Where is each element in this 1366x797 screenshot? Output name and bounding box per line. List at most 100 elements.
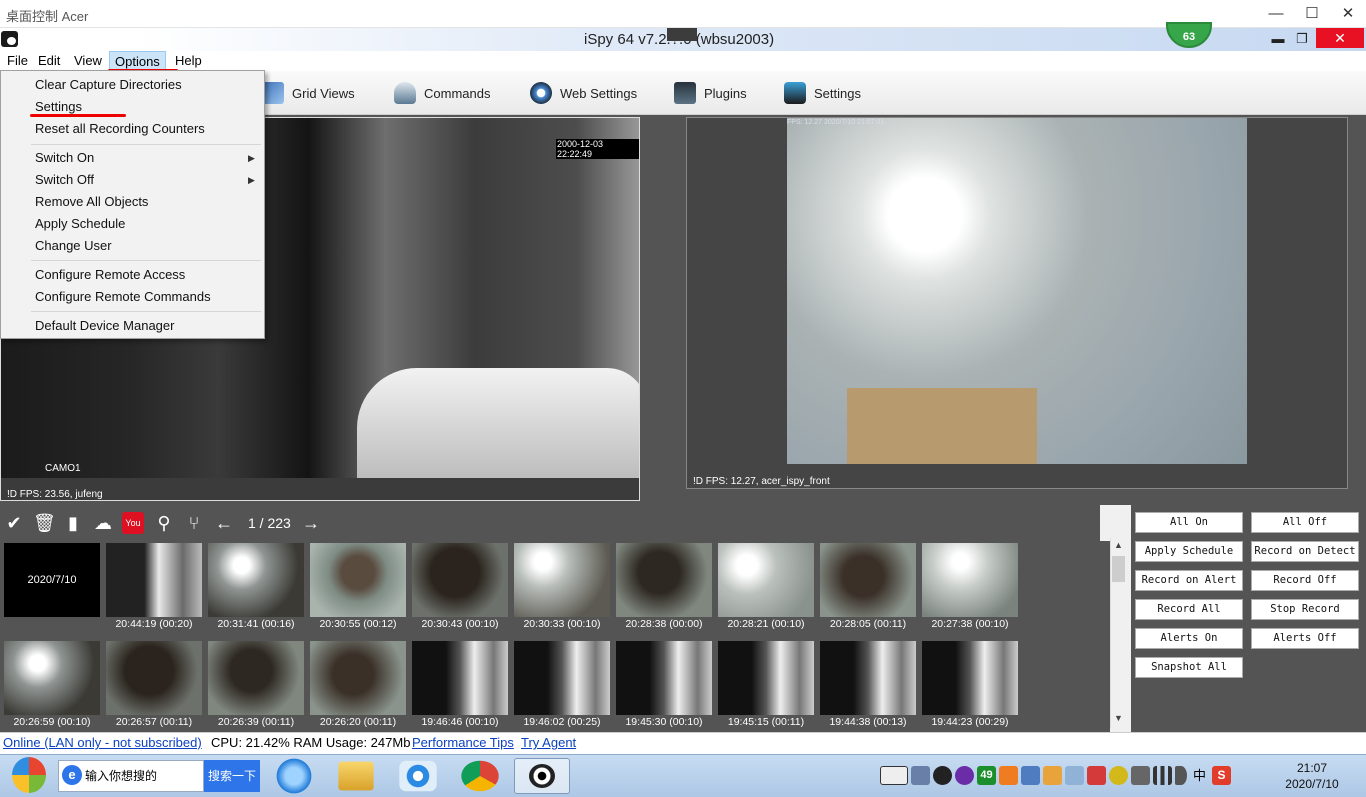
scrollbar-thumb[interactable] [1112,556,1125,582]
recording-thumbnail[interactable] [820,641,916,715]
recording-thumbnail[interactable] [718,641,814,715]
recording-thumbnail[interactable] [718,543,814,617]
menu-item-apply-schedule[interactable]: Apply Schedule [35,216,125,231]
all-off-button[interactable]: All Off [1251,512,1359,533]
apply-schedule-button[interactable]: Apply Schedule [1135,541,1243,562]
alerts-on-button[interactable]: Alerts On [1135,628,1243,649]
tray-phone-icon[interactable] [1131,765,1150,785]
menu-edit[interactable]: Edit [33,51,65,70]
menu-item-configure-remote-commands[interactable]: Configure Remote Commands [35,289,211,304]
rd-minimize-button[interactable]: — [1262,4,1290,24]
recording-thumbnail[interactable] [208,641,304,715]
recording-thumbnail[interactable] [412,543,508,617]
ime-indicator[interactable]: 中 [1190,766,1209,785]
recording-thumbnail[interactable] [310,641,406,715]
record-off-button[interactable]: Record Off [1251,570,1359,591]
tray-security-icon[interactable] [1109,765,1128,785]
all-on-button[interactable]: All On [1135,512,1243,533]
scroll-down-icon[interactable]: ▼ [1114,713,1123,723]
recording-thumbnail[interactable] [310,543,406,617]
tray-flag-icon[interactable] [1087,765,1106,785]
upload-cloud-icon[interactable]: ☁ [92,512,114,534]
tray-app-icon[interactable] [911,765,930,785]
menu-item-switch-off[interactable]: Switch Off [35,172,94,187]
prev-page-icon[interactable]: ← [213,512,235,534]
taskbar-clock[interactable]: 21:07 2020/7/10 [1272,760,1352,792]
performance-tips-link[interactable]: Performance Tips [412,735,514,750]
try-agent-link[interactable]: Try Agent [521,735,576,750]
recording-thumbnail[interactable] [412,641,508,715]
ispy-taskbar-button[interactable] [514,758,570,794]
toolbar-settings[interactable]: Settings [784,80,861,106]
menu-item-settings[interactable]: Settings [35,99,82,114]
recording-thumbnail[interactable] [820,543,916,617]
bookmark-icon[interactable]: ▮ [62,512,84,534]
menu-item-default-device-manager[interactable]: Default Device Manager [35,318,174,333]
recording-thumbnail[interactable] [514,641,610,715]
tray-fire-icon[interactable] [999,765,1018,785]
recording-thumbnail[interactable] [106,543,202,617]
stop-record-button[interactable]: Stop Record [1251,599,1359,620]
alerts-off-button[interactable]: Alerts Off [1251,628,1359,649]
next-page-icon[interactable]: → [300,512,322,534]
recording-thumbnail[interactable] [106,641,202,715]
menu-file[interactable]: File [2,51,33,70]
delete-icon[interactable]: 🗑 [33,512,56,534]
file-explorer-icon[interactable] [338,761,374,791]
menu-help[interactable]: Help [170,51,207,70]
rd-close-button[interactable]: ✕ [1334,4,1362,24]
select-all-icon[interactable]: ✔ [3,512,25,534]
search-icon[interactable]: ⚲ [153,512,175,534]
keyboard-icon[interactable] [880,765,908,785]
menu-view[interactable]: View [69,51,107,70]
scroll-up-icon[interactable]: ▲ [1114,540,1123,550]
merge-icon[interactable]: ⑂ [183,512,205,534]
recording-thumbnail[interactable] [4,641,100,715]
menu-item-reset-recording-counters[interactable]: Reset all Recording Counters [35,121,205,136]
toolbar-grid-views[interactable]: Grid Views [262,80,355,106]
recording-thumbnail[interactable] [616,641,712,715]
record-on-alert-button[interactable]: Record on Alert [1135,570,1243,591]
menu-item-switch-on[interactable]: Switch On [35,150,94,165]
toolbar-web-settings[interactable]: Web Settings [530,80,637,106]
restore-icon[interactable]: ❐ [1290,30,1314,48]
thumbnail-label: 20:30:55 (00:12) [319,618,397,630]
toolbar-plugins[interactable]: Plugins [674,80,747,106]
remote-toolbar-tab[interactable] [667,28,697,41]
sogou-input-icon[interactable]: S [1212,765,1231,785]
signal-icon[interactable] [1153,765,1172,785]
menu-item-change-user[interactable]: Change User [35,238,112,253]
record-on-detect-button[interactable]: Record on Detect [1251,541,1359,562]
recording-thumbnail[interactable] [922,543,1018,617]
volume-icon[interactable] [1175,765,1187,785]
chrome-icon[interactable] [461,760,499,792]
vpn-icon[interactable] [955,765,974,785]
camera-1-status: !D FPS: 23.56, jufeng [7,489,103,500]
record-all-button[interactable]: Record All [1135,599,1243,620]
menu-item-configure-remote-access[interactable]: Configure Remote Access [35,267,185,282]
recording-thumbnail[interactable] [616,543,712,617]
menu-options[interactable]: Options [109,51,166,70]
internet-explorer-icon[interactable] [272,758,316,794]
start-button[interactable] [12,757,46,793]
recording-thumbnail[interactable] [922,641,1018,715]
tray-network-icon[interactable] [1021,765,1040,785]
close-icon[interactable]: ✕ [1316,28,1364,48]
recording-thumbnail[interactable] [208,543,304,617]
tray-transfer-icon[interactable] [1043,765,1062,785]
minimize-icon[interactable]: ▬ [1266,30,1290,48]
tray-counter-badge[interactable]: 49 [977,765,996,785]
menu-item-remove-all-objects[interactable]: Remove All Objects [35,194,148,209]
online-status-link[interactable]: Online (LAN only - not subscribed) [3,735,202,750]
baidu-netdisk-icon[interactable] [399,760,437,792]
camera-2-view[interactable]: FPS: 12.27 2020/7/10 21:07:01 !D FPS: 12… [686,117,1348,489]
tray-display-icon[interactable] [1065,765,1084,785]
taskbar-search-button[interactable]: 搜索一下 [204,760,260,792]
menu-item-clear-capture-directories[interactable]: Clear Capture Directories [35,77,182,92]
rd-maximize-button[interactable]: ☐ [1298,4,1326,24]
ispy-tray-icon[interactable] [933,765,952,785]
youtube-icon[interactable]: You [122,512,144,534]
recording-thumbnail[interactable] [514,543,610,617]
snapshot-all-button[interactable]: Snapshot All [1135,657,1243,678]
toolbar-commands[interactable]: Commands [394,80,490,106]
